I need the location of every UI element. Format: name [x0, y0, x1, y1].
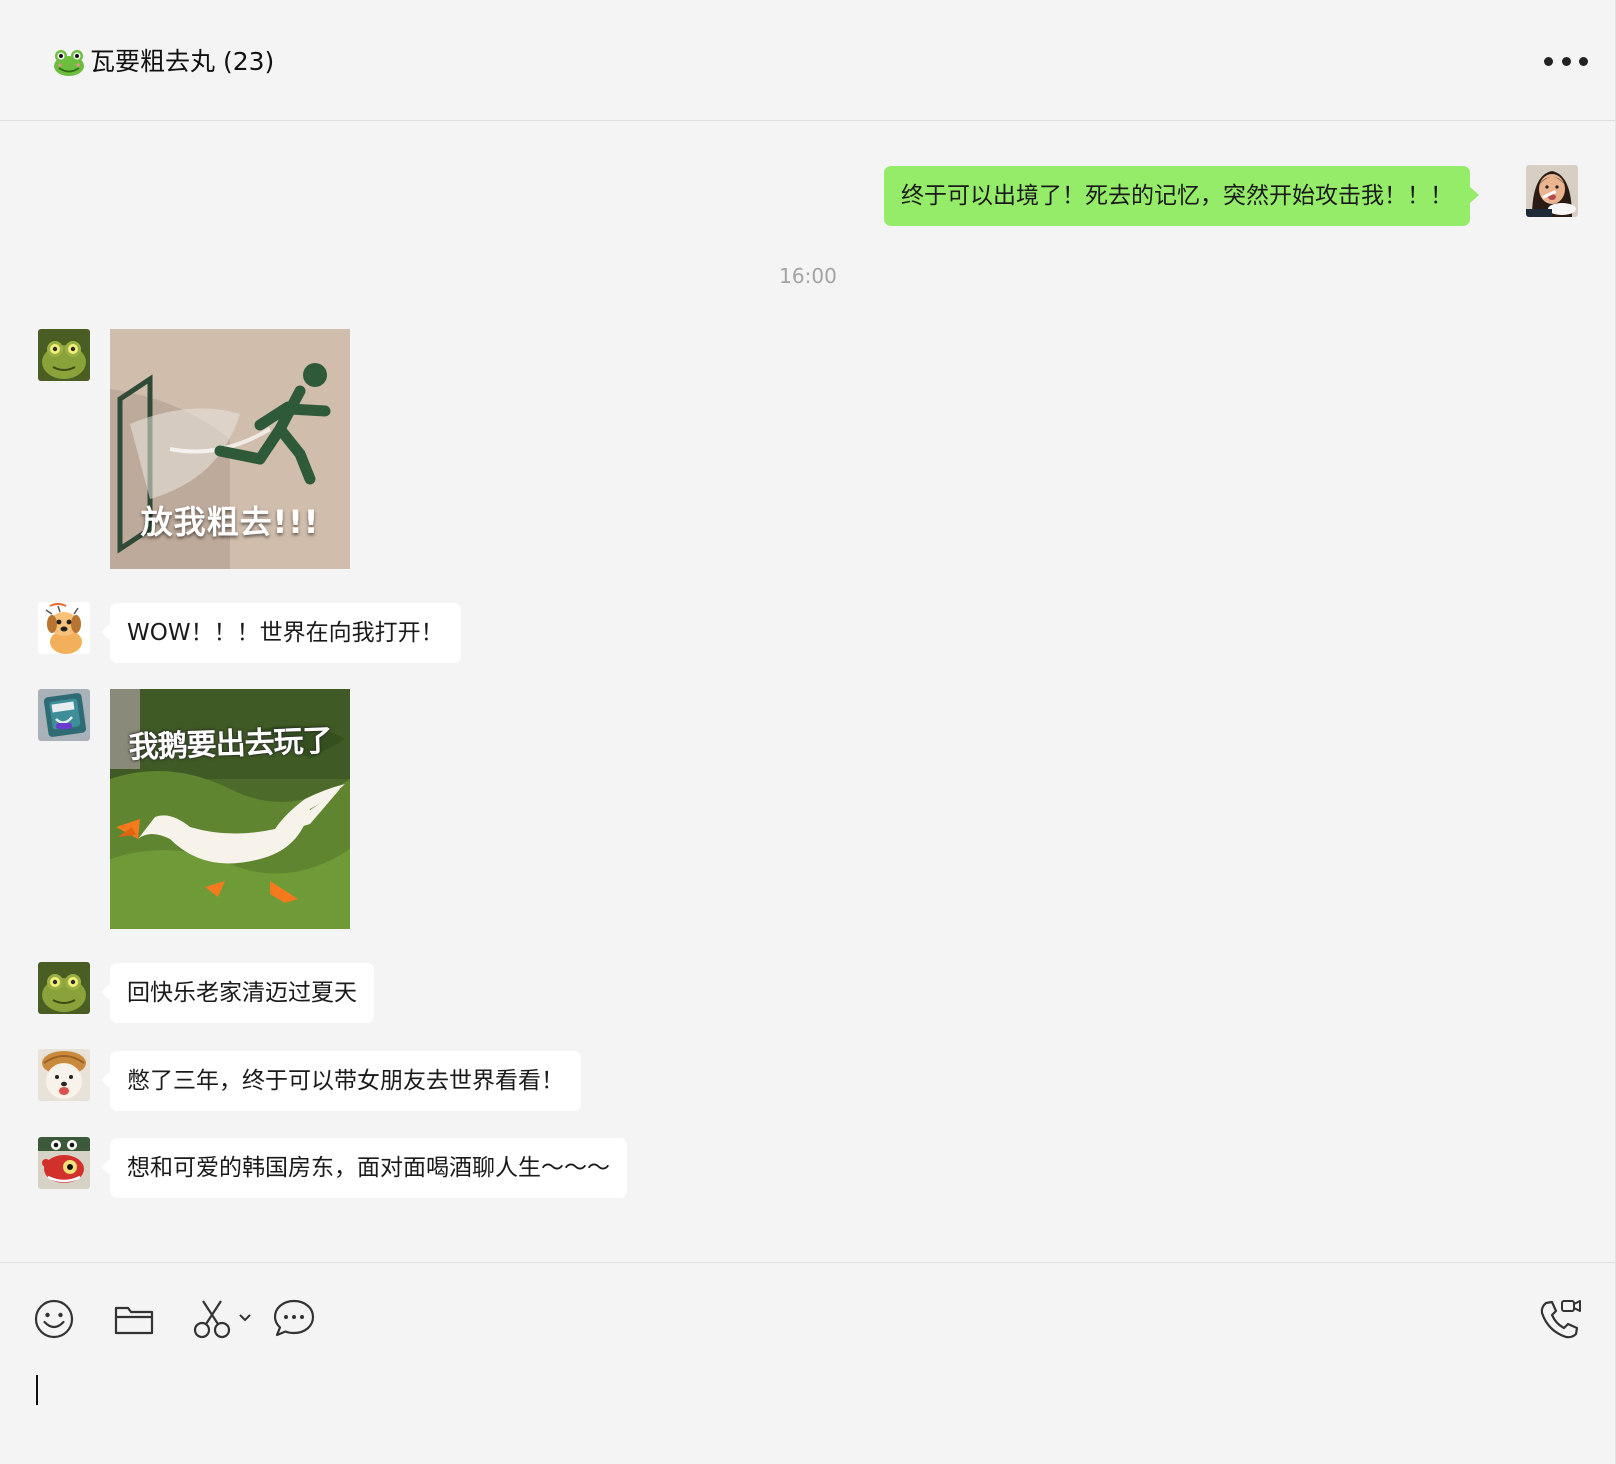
sticker-caption: 我鹅要出去玩了 [128, 723, 333, 766]
message-input-area[interactable] [0, 1262, 1615, 1464]
voice-video-call-icon[interactable] [1538, 1297, 1584, 1341]
folder-icon[interactable] [112, 1297, 156, 1341]
chat-bubble-icon[interactable] [272, 1297, 316, 1341]
scissors-icon[interactable] [192, 1297, 258, 1341]
avatar-frog[interactable] [38, 329, 90, 381]
message-timestamp: 16:00 [779, 264, 837, 288]
avatar-girl-eating[interactable] [1526, 165, 1578, 217]
avatar-puppy[interactable] [38, 1049, 90, 1101]
self-message-bubble[interactable]: 终于可以出境了！死去的记忆，突然开始攻击我！！！ [884, 166, 1479, 226]
frog-icon [52, 45, 86, 79]
sticker-caption: 放我粗去!!! [140, 503, 320, 541]
avatar-frog[interactable] [38, 962, 90, 1014]
message-bubble[interactable]: WOW！！！世界在向我打开！ [101, 603, 461, 663]
message-bubble[interactable]: 想和可爱的韩国房东，面对面喝酒聊人生～～～ [101, 1138, 627, 1198]
sticker-exit-sign[interactable]: 放我粗去!!! [110, 329, 350, 569]
message-bubble[interactable]: 回快乐老家清迈过夏天 [101, 963, 374, 1023]
text-cursor [36, 1375, 38, 1405]
chat-window: 瓦要粗去丸 (23) 终于可以出境了！死去的记忆，突然开始攻击我！！！ 16:0… [0, 0, 1616, 1464]
chat-title-text: 瓦要粗去丸 (23) [90, 47, 275, 76]
chat-header: 瓦要粗去丸 (23) [0, 0, 1615, 121]
emoji-icon[interactable] [32, 1297, 76, 1341]
avatar-robot[interactable] [38, 689, 90, 741]
chat-title[interactable]: 瓦要粗去丸 (23) [52, 42, 274, 82]
sticker-goose[interactable]: 我鹅要出去玩了 [110, 689, 350, 929]
message-bubble[interactable]: 憋了三年，终于可以带女朋友去世界看看！ [101, 1051, 581, 1111]
more-icon[interactable] [1544, 48, 1588, 74]
avatar-cartoon-dog[interactable] [38, 602, 90, 654]
avatar-red-monster[interactable] [38, 1137, 90, 1189]
